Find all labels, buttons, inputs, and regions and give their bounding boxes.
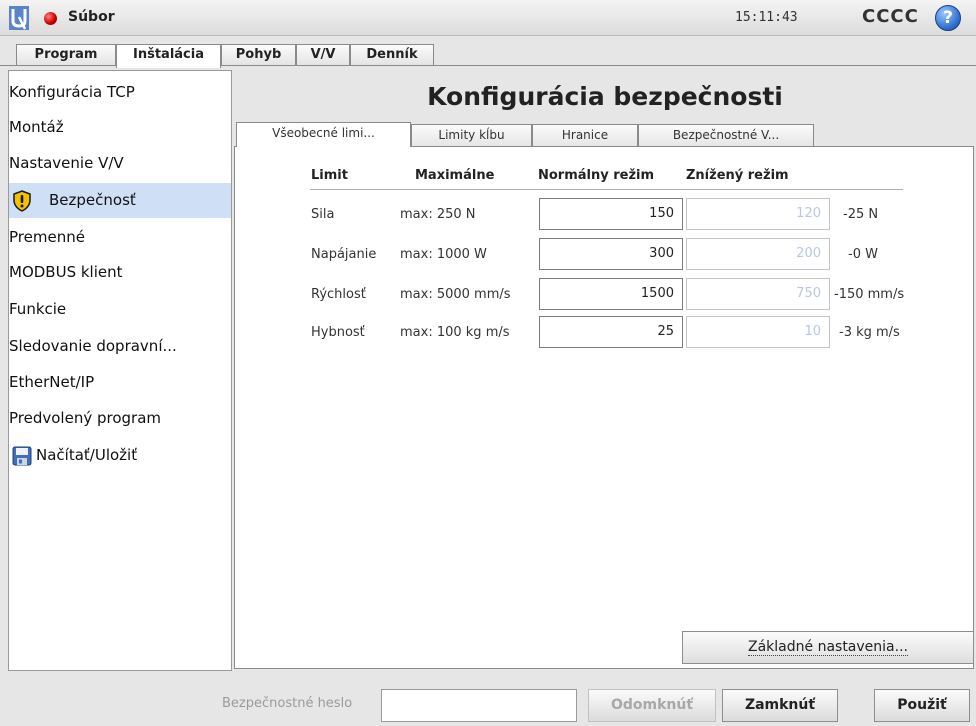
- limit-maximum: max: 100 kg m/s: [400, 325, 510, 340]
- bottom-bar: Bezpečnostné heslo Odomknúť Zamknúť Použ…: [0, 676, 976, 726]
- page-title: Konfigurácia bezpečnosti: [427, 82, 783, 111]
- sidebar-item-label: Funkcie: [9, 300, 67, 318]
- header-divider: [310, 189, 903, 190]
- tab-joint-limits[interactable]: Limity kĺbu: [411, 124, 532, 146]
- sidebar-item-label: Načítať/Uložiť: [36, 446, 138, 464]
- factory-presets-label: Základné nastavenia...: [748, 639, 908, 656]
- safety-password-label: Bezpečnostné heslo: [222, 696, 353, 711]
- content-area: Konfigurácia bezpečnosti Všeobecné limi.…: [234, 70, 976, 671]
- column-header-limit: Limit: [311, 168, 348, 183]
- lock-button[interactable]: Zamknúť: [722, 689, 838, 722]
- speed-normal-input[interactable]: 1500: [539, 278, 683, 310]
- factory-presets-button[interactable]: Základné nastavenia...: [682, 631, 974, 664]
- force-normal-input[interactable]: 150: [539, 198, 683, 230]
- robot-name: CCCC: [862, 6, 919, 27]
- sidebar-item-label: Konfigurácia TCP: [9, 83, 135, 101]
- speed-reduced-input[interactable]: 750: [686, 278, 830, 310]
- sidebar-item-default-program[interactable]: Predvolený program: [9, 401, 231, 436]
- sidebar-item-label: Sledovanie dopravní...: [9, 337, 177, 355]
- column-header-reduced-mode: Znížený režim: [686, 168, 789, 183]
- safety-subtabs: Všeobecné limi... Limity kĺbu Hranice Be…: [234, 122, 976, 147]
- momentum-reduced-input[interactable]: 10: [686, 316, 830, 348]
- limit-name: Hybnosť: [311, 325, 365, 340]
- sidebar-item-safety[interactable]: Bezpečnosť: [9, 183, 231, 218]
- sidebar: Konfigurácia TCP Montáž Nastavenie V/V B…: [8, 70, 232, 671]
- column-header-maximum: Maximálne: [415, 168, 495, 183]
- general-limits-panel: Limit Maximálne Normálny režim Znížený r…: [234, 146, 974, 669]
- file-menu[interactable]: Súbor: [68, 9, 115, 25]
- sidebar-item-conveyor-tracking[interactable]: Sledovanie dopravní...: [9, 329, 231, 364]
- tab-log[interactable]: Denník: [350, 44, 434, 66]
- warning-shield-icon: [13, 190, 31, 212]
- limit-name: Sila: [311, 207, 335, 222]
- ur-logo-icon: [9, 6, 29, 30]
- tab-io[interactable]: V/V: [296, 44, 350, 66]
- tab-program[interactable]: Program: [16, 44, 116, 66]
- sidebar-item-io-setup[interactable]: Nastavenie V/V: [9, 146, 231, 181]
- limit-maximum: max: 5000 mm/s: [400, 287, 511, 302]
- limit-name: Napájanie: [311, 247, 377, 262]
- speed-difference: -150 mm/s: [834, 287, 905, 302]
- sidebar-item-label: Predvolený program: [9, 409, 161, 427]
- sidebar-item-label: Nastavenie V/V: [9, 154, 124, 172]
- unlock-button[interactable]: Odomknúť: [588, 689, 716, 722]
- safety-password-input[interactable]: [381, 689, 577, 722]
- sidebar-item-label: Montáž: [9, 118, 64, 136]
- tab-move[interactable]: Pohyb: [221, 44, 296, 66]
- tab-general-limits[interactable]: Všeobecné limi...: [236, 122, 411, 147]
- sidebar-item-modbus-client[interactable]: MODBUS klient: [9, 255, 231, 290]
- tab-safety-io[interactable]: Bezpečnostné V...: [638, 124, 814, 146]
- limit-maximum: max: 1000 W: [400, 247, 487, 262]
- sidebar-item-ethernet-ip[interactable]: EtherNet/IP: [9, 365, 231, 400]
- sidebar-item-load-save[interactable]: Načítať/Uložiť: [9, 438, 231, 473]
- sidebar-item-variables[interactable]: Premenné: [9, 220, 231, 255]
- tab-installation[interactable]: Inštalácia: [116, 44, 221, 68]
- column-header-normal-mode: Normálny režim: [538, 168, 655, 183]
- force-difference: -25 N: [843, 207, 879, 222]
- sidebar-item-label: EtherNet/IP: [9, 373, 95, 391]
- tab-boundaries[interactable]: Hranice: [532, 124, 638, 146]
- floppy-disk-icon: [12, 446, 32, 466]
- limit-maximum: max: 250 N: [400, 207, 476, 222]
- sidebar-item-mounting[interactable]: Montáž: [9, 110, 231, 145]
- sidebar-item-label: Bezpečnosť: [49, 191, 136, 209]
- sidebar-item-features[interactable]: Funkcie: [9, 292, 231, 327]
- power-difference: -0 W: [848, 247, 878, 262]
- sidebar-item-label: MODBUS klient: [9, 263, 123, 281]
- limit-name: Rýchlosť: [311, 287, 366, 302]
- momentum-difference: -3 kg m/s: [839, 325, 900, 340]
- sidebar-item-tcp-configuration[interactable]: Konfigurácia TCP: [9, 75, 231, 110]
- power-reduced-input[interactable]: 200: [686, 238, 830, 270]
- apply-button[interactable]: Použiť: [874, 689, 970, 722]
- momentum-normal-input[interactable]: 25: [539, 316, 683, 348]
- force-reduced-input[interactable]: 120: [686, 198, 830, 230]
- help-icon[interactable]: ?: [935, 5, 961, 31]
- title-bar: Súbor 15:11:43 CCCC ?: [0, 0, 976, 36]
- power-normal-input[interactable]: 300: [539, 238, 683, 270]
- sidebar-item-label: Premenné: [9, 228, 85, 246]
- main-tabs: Program Inštalácia Pohyb V/V Denník: [0, 44, 976, 68]
- clock: 15:11:43: [735, 10, 798, 25]
- robot-status-indicator[interactable]: [44, 12, 57, 25]
